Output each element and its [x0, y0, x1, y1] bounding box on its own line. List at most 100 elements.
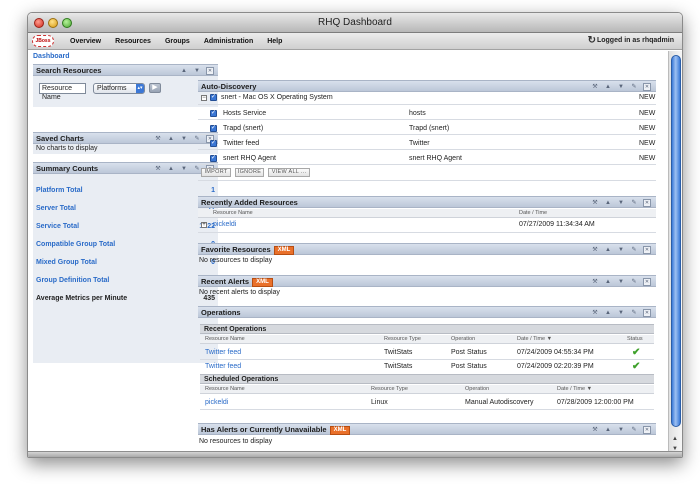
help-icon[interactable]: ✎	[630, 83, 638, 91]
item-checkbox[interactable]: ✓	[210, 110, 217, 117]
column-resource-name[interactable]: Resource Name	[205, 386, 245, 392]
mixed-group-label[interactable]: Mixed Group Total	[36, 259, 97, 266]
xml-feed-badge[interactable]: XML	[329, 426, 351, 435]
settings-icon[interactable]: ⚒	[591, 309, 599, 317]
column-resource-name[interactable]: Resource Name	[213, 210, 253, 216]
ignore-button[interactable]: IGNORE	[235, 168, 264, 177]
refresh-icon[interactable]: ↻	[588, 36, 596, 46]
vertical-scrollbar[interactable]: ▲ ▼	[668, 51, 682, 457]
resource-type-select[interactable]: Platforms ▴▾	[93, 83, 145, 94]
help-icon[interactable]: ✎	[630, 199, 638, 207]
collapse-icon[interactable]: ▼	[193, 67, 201, 75]
settings-icon[interactable]: ⚒	[591, 426, 599, 434]
resource-link[interactable]: pickeldi	[213, 221, 236, 228]
help-icon[interactable]: ✎	[630, 246, 638, 254]
autodiscovery-header: Auto-Discovery ⚒ ▲ ▼ ✎ ✕	[198, 80, 656, 92]
column-status[interactable]: Status	[627, 336, 643, 342]
jboss-logo[interactable]: JBoss	[32, 35, 54, 47]
menu-groups[interactable]: Groups	[165, 38, 190, 45]
help-icon[interactable]: ✎	[630, 278, 638, 286]
search-input[interactable]: Resource Name	[39, 83, 86, 101]
service-total-label[interactable]: Service Total	[36, 223, 79, 230]
divider	[200, 409, 654, 410]
column-date-time[interactable]: Date / Time ▼	[517, 336, 552, 342]
xml-feed-badge[interactable]: XML	[252, 278, 273, 287]
column-resource-name[interactable]: Resource Name	[205, 336, 245, 342]
item-checkbox[interactable]: ✓	[210, 140, 217, 147]
success-check-icon[interactable]: ✔	[632, 362, 640, 372]
operation-resource-link[interactable]: Twitter feed	[205, 363, 241, 370]
help-icon[interactable]: ✎	[193, 165, 201, 173]
view-all-button[interactable]: VIEW ALL ...	[268, 168, 310, 177]
help-icon[interactable]: ✎	[193, 135, 201, 143]
move-icon[interactable]: ▲	[180, 67, 188, 75]
settings-icon[interactable]: ⚒	[591, 278, 599, 286]
portlet-title: Auto-Discovery	[201, 82, 257, 91]
move-icon[interactable]: ▲	[604, 426, 612, 434]
compatible-group-label[interactable]: Compatible Group Total	[36, 241, 115, 248]
column-operation[interactable]: Operation	[451, 336, 475, 342]
settings-icon[interactable]: ⚒	[591, 246, 599, 254]
platform-status: NEW	[639, 94, 656, 101]
success-check-icon[interactable]: ✔	[632, 348, 640, 358]
divider	[198, 134, 656, 135]
settings-icon[interactable]: ⚒	[154, 135, 162, 143]
column-resource-type[interactable]: Resource Type	[371, 386, 408, 392]
settings-icon[interactable]: ⚒	[154, 165, 162, 173]
discovered-item-status: NEW	[639, 125, 656, 132]
menu-overview[interactable]: Overview	[70, 38, 101, 45]
expand-row-icon[interactable]: +	[201, 222, 207, 228]
menu-administration[interactable]: Administration	[204, 38, 253, 45]
group-definition-label[interactable]: Group Definition Total	[36, 277, 109, 284]
column-date-time[interactable]: Date / Time ▼	[557, 386, 592, 392]
column-date-time[interactable]: Date / Time	[519, 210, 547, 216]
menu-resources[interactable]: Resources	[115, 38, 151, 45]
close-icon[interactable]: ✕	[643, 246, 651, 254]
move-icon[interactable]: ▲	[604, 199, 612, 207]
favorites-empty: No resources to display	[199, 257, 273, 264]
close-icon[interactable]: ✕	[643, 83, 651, 91]
settings-icon[interactable]: ⚒	[591, 83, 599, 91]
collapse-icon[interactable]: ▼	[617, 278, 625, 286]
search-go-button[interactable]: ▶	[149, 83, 161, 93]
collapse-icon[interactable]: ▼	[617, 309, 625, 317]
import-button[interactable]: IMPORT	[201, 168, 231, 177]
column-operation[interactable]: Operation	[465, 386, 489, 392]
close-icon[interactable]: ✕	[643, 199, 651, 207]
move-icon[interactable]: ▲	[604, 83, 612, 91]
collapse-icon[interactable]: ▼	[180, 165, 188, 173]
move-icon[interactable]: ▲	[604, 246, 612, 254]
collapse-icon[interactable]: ▼	[617, 426, 625, 434]
platform-total-label[interactable]: Platform Total	[36, 187, 83, 194]
scheduled-resource-link[interactable]: pickeldi	[205, 399, 228, 406]
close-icon[interactable]: ✕	[643, 278, 651, 286]
xml-feed-badge[interactable]: XML	[273, 246, 295, 255]
close-icon[interactable]: ✕	[206, 67, 214, 75]
collapse-icon[interactable]: ▼	[180, 135, 188, 143]
move-icon[interactable]: ▲	[604, 278, 612, 286]
scroll-up-icon[interactable]: ▲	[672, 436, 678, 442]
menu-help[interactable]: Help	[267, 38, 282, 45]
scrollbar-thumb[interactable]	[671, 55, 681, 427]
move-icon[interactable]: ▲	[604, 309, 612, 317]
collapse-icon[interactable]: ▼	[617, 83, 625, 91]
help-icon[interactable]: ✎	[630, 426, 638, 434]
close-icon[interactable]: ✕	[643, 309, 651, 317]
collapse-tree-icon[interactable]: −	[201, 95, 207, 101]
settings-icon[interactable]: ⚒	[591, 199, 599, 207]
move-icon[interactable]: ▲	[167, 135, 175, 143]
collapse-icon[interactable]: ▼	[617, 199, 625, 207]
breadcrumb[interactable]: Dashboard	[33, 53, 70, 60]
server-total-label[interactable]: Server Total	[36, 205, 76, 212]
item-checkbox[interactable]: ✓	[210, 155, 217, 162]
column-resource-type[interactable]: Resource Type	[384, 336, 421, 342]
item-checkbox[interactable]: ✓	[210, 125, 217, 132]
platform-checkbox[interactable]: ✓	[210, 94, 217, 101]
help-icon[interactable]: ✎	[630, 309, 638, 317]
move-icon[interactable]: ▲	[167, 165, 175, 173]
app-window: RHQ Dashboard JBoss Overview Resources G…	[27, 12, 683, 458]
close-icon[interactable]: ✕	[643, 426, 651, 434]
collapse-icon[interactable]: ▼	[617, 246, 625, 254]
operation-resource-link[interactable]: Twitter feed	[205, 349, 241, 356]
recent-operations-subheader: Recent Operations	[200, 324, 654, 334]
